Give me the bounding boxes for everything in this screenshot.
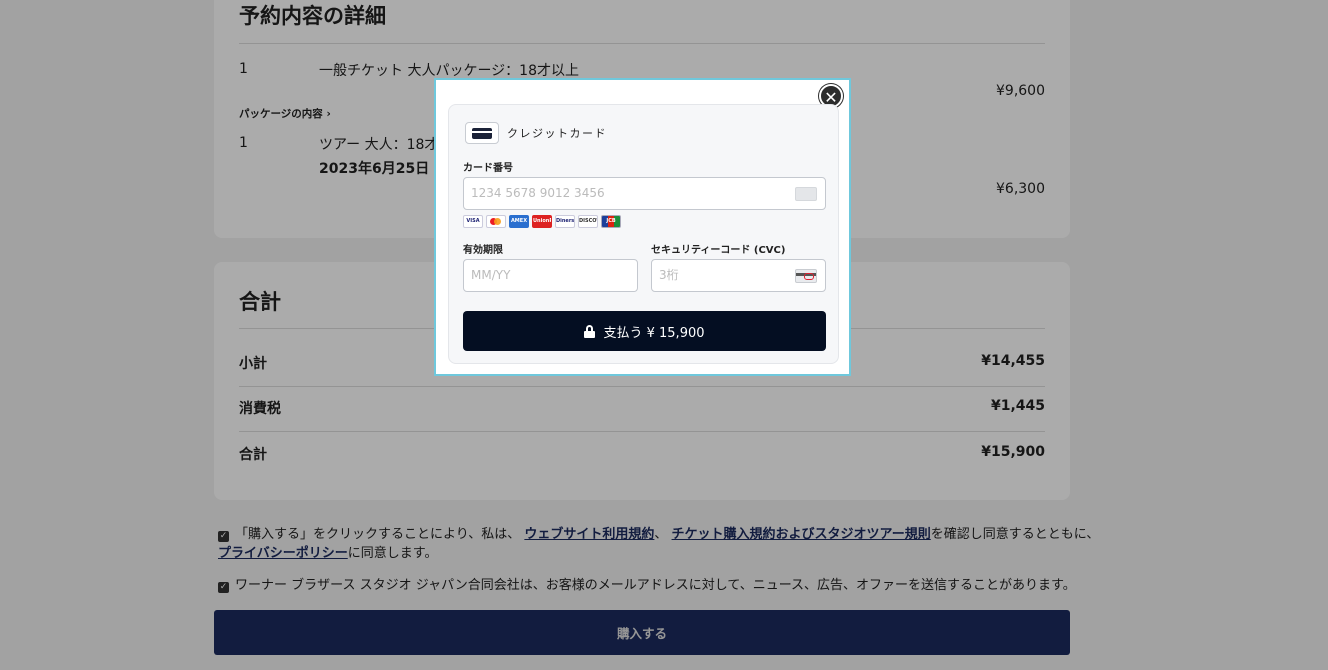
pay-button-label: 支払う ¥ 15,900 xyxy=(603,325,705,341)
payment-modal: ✕ クレジットカード カード番号 1234 5678 9012 3456 VIS… xyxy=(434,78,851,376)
cvc-placeholder: 3桁 xyxy=(659,268,679,282)
unionpay-icon: UnionPay xyxy=(532,215,552,228)
amex-icon: AMEX xyxy=(509,215,529,228)
cvc-input[interactable]: 3桁 xyxy=(651,259,826,292)
credit-card-icon xyxy=(465,122,499,144)
card-number-placeholder: 1234 5678 9012 3456 xyxy=(471,186,605,200)
cvc-label: セキュリティーコード (CVC) xyxy=(651,245,786,256)
pay-button[interactable]: 支払う ¥ 15,900 xyxy=(463,311,826,351)
expiry-label: 有効期限 xyxy=(463,245,503,256)
discover-icon: DISCOVER xyxy=(578,215,598,228)
visa-icon: VISA xyxy=(463,215,483,228)
card-generic-icon xyxy=(795,187,817,201)
card-brands: VISA AMEX UnionPay Diners DISCOVER JCB xyxy=(463,215,621,229)
payment-form: クレジットカード カード番号 1234 5678 9012 3456 VISA … xyxy=(448,104,839,364)
expiry-placeholder: MM/YY xyxy=(471,268,511,282)
cvc-card-icon xyxy=(795,269,817,283)
mastercard-icon xyxy=(486,215,506,228)
diners-icon: Diners xyxy=(555,215,575,228)
expiry-input[interactable]: MM/YY xyxy=(463,259,638,292)
card-number-label: カード番号 xyxy=(463,163,513,174)
jcb-icon: JCB xyxy=(601,215,621,228)
card-number-input[interactable]: 1234 5678 9012 3456 xyxy=(463,177,826,210)
payment-method-label: クレジットカード xyxy=(507,127,607,140)
lock-icon xyxy=(584,324,596,338)
